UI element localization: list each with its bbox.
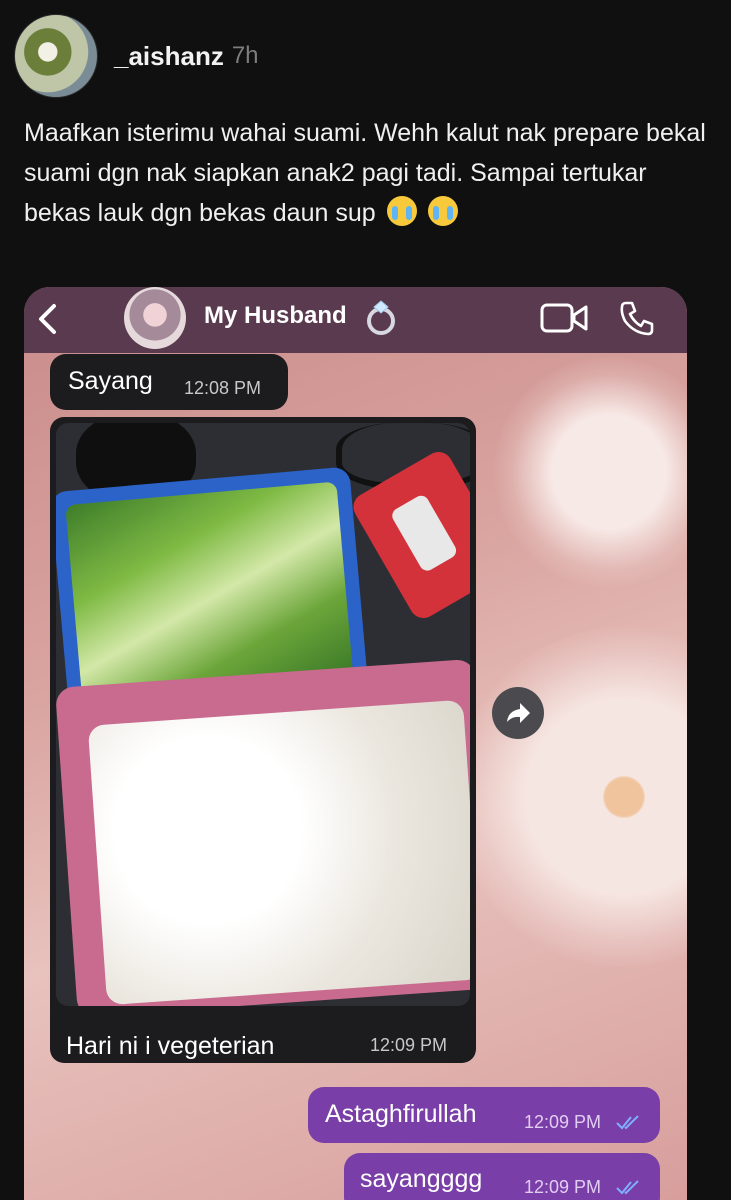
message-text: sayangggg: [360, 1165, 483, 1193]
forward-button[interactable]: [492, 687, 544, 739]
read-check-icon: [616, 1115, 639, 1130]
username[interactable]: _aishanz: [114, 41, 224, 72]
message-time: 12:09 PM: [524, 1112, 602, 1132]
chat-header: My Husband: [24, 287, 687, 353]
post-header: _aishanz 7h: [14, 14, 259, 98]
message-time: 12:09 PM: [524, 1177, 602, 1197]
wallpaper-flower: [494, 357, 687, 587]
photo-rice-container: [56, 658, 470, 1006]
read-check-icon: [616, 1180, 639, 1195]
outgoing-message[interactable]: sayangggg 12:09 PM: [344, 1153, 660, 1200]
video-call-icon[interactable]: [540, 301, 588, 335]
phone-icon[interactable]: [618, 299, 656, 337]
post-caption: Maafkan isterimu wahai suami. Wehh kalut…: [24, 113, 714, 233]
crying-face-emoji: [386, 196, 417, 226]
message-text: Astaghfirullah: [325, 1100, 477, 1128]
forward-icon: [507, 703, 530, 723]
crying-face-emoji: [427, 196, 458, 226]
message-time: 12:08 PM: [184, 378, 262, 398]
message-text: Hari ni i vegeterian: [66, 1032, 275, 1060]
outgoing-message[interactable]: Astaghfirullah 12:09 PM: [308, 1087, 660, 1143]
chat-screenshot: My Husband Sayang 12:08 PM Hari ni i veg…: [24, 287, 687, 1200]
incoming-message[interactable]: Sayang 12:08 PM: [50, 354, 288, 410]
back-icon[interactable]: [36, 303, 60, 335]
contact-avatar[interactable]: [124, 287, 186, 349]
user-avatar[interactable]: [14, 14, 98, 98]
caption-text: Maafkan isterimu wahai suami. Wehh kalut…: [24, 119, 706, 227]
post-time: 7h: [231, 42, 259, 69]
food-photo[interactable]: [56, 423, 470, 1006]
message-time: 12:09 PM: [370, 1035, 448, 1055]
contact-name[interactable]: My Husband: [204, 302, 347, 330]
wallpaper-flower: [454, 627, 687, 967]
ring-emoji-icon: [367, 300, 395, 335]
message-text: Sayang: [68, 367, 153, 395]
